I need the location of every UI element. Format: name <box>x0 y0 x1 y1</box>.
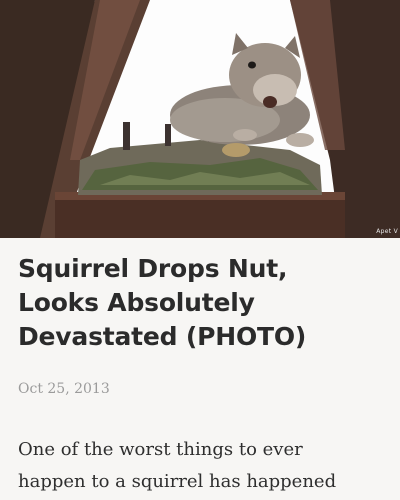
article-headline[interactable]: Squirrel Drops Nut, Looks Absolutely Dev… <box>18 252 388 354</box>
article-page: Apet V Squirrel Drops Nut, Looks Absolut… <box>0 0 400 500</box>
headline-line: Squirrel Drops Nut, <box>18 254 288 283</box>
headline-line: Looks Absolutely <box>18 288 255 317</box>
publish-date: Oct 25, 2013 <box>18 381 110 397</box>
article-hero-image[interactable]: Apet V <box>0 0 400 238</box>
image-credit: Apet V <box>376 228 398 235</box>
body-line: One of the worst things to ever <box>18 439 303 460</box>
body-line: happen to a squirrel has happened <box>18 471 337 492</box>
headline-line: Devastated (PHOTO) <box>18 322 307 351</box>
article-body: One of the worst things to ever happen t… <box>18 434 398 498</box>
squirrel-photo <box>0 0 400 238</box>
